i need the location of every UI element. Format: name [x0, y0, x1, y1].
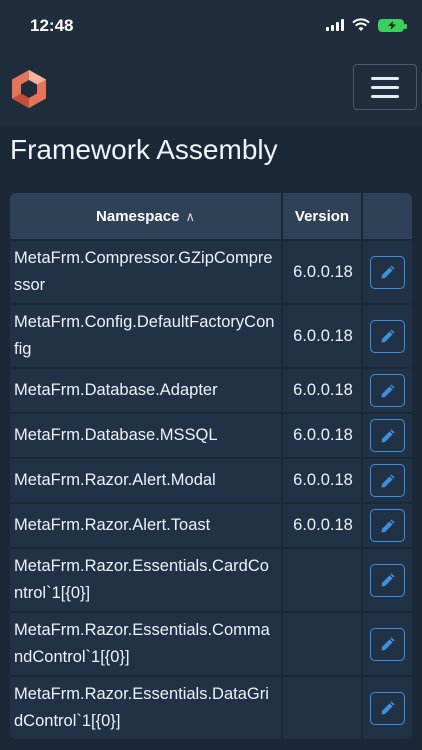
- row-namespace: MetaFrm.Razor.Alert.Toast: [10, 502, 283, 547]
- edit-button[interactable]: [370, 691, 405, 725]
- row-version: 6.0.0.18: [283, 457, 363, 502]
- status-icons: [326, 18, 407, 32]
- row-version: [283, 547, 363, 611]
- menu-toggle-button[interactable]: [353, 64, 417, 110]
- table-row: MetaFrm.Razor.Alert.Modal 6.0.0.18: [10, 457, 412, 502]
- table-row: MetaFrm.Razor.Alert.Toast 6.0.0.18: [10, 502, 412, 547]
- pencil-icon: [381, 429, 394, 442]
- row-namespace: MetaFrm.Razor.Essentials.DataGridControl…: [10, 675, 283, 739]
- edit-button[interactable]: [370, 374, 405, 407]
- assembly-table: Namespace ∧ Version MetaFrm.Compressor.GZ…: [10, 193, 412, 739]
- sort-ascending-icon: ∧: [185, 208, 195, 224]
- table-row: MetaFrm.Razor.Essentials.CommandControl`…: [10, 611, 412, 675]
- status-time: 12:48: [30, 16, 74, 35]
- row-namespace: MetaFrm.Compressor.GZipCompressor: [10, 239, 283, 303]
- edit-button[interactable]: [370, 627, 405, 661]
- row-namespace: MetaFrm.Razor.Essentials.CardControl`1[{…: [10, 547, 283, 611]
- navbar: [0, 50, 422, 126]
- edit-button[interactable]: [370, 464, 405, 497]
- status-bar: 12:48: [0, 0, 422, 50]
- edit-button[interactable]: [370, 509, 405, 542]
- pencil-icon: [381, 701, 394, 715]
- column-header-namespace[interactable]: Namespace ∧: [10, 193, 283, 239]
- app-logo[interactable]: [8, 68, 50, 110]
- column-header-actions: [363, 193, 412, 239]
- row-version: 6.0.0.18: [283, 367, 363, 412]
- table-row: MetaFrm.Compressor.GZipCompressor 6.0.0.…: [10, 239, 412, 303]
- row-version: 6.0.0.18: [283, 502, 363, 547]
- edit-button[interactable]: [370, 255, 405, 289]
- pencil-icon: [381, 519, 394, 532]
- row-version: 6.0.0.18: [283, 412, 363, 457]
- edit-button[interactable]: [370, 563, 405, 597]
- row-version: [283, 675, 363, 739]
- row-namespace: MetaFrm.Razor.Alert.Modal: [10, 457, 283, 502]
- menu-bar-1: [371, 76, 399, 80]
- battery-charging-icon: [378, 18, 407, 32]
- row-namespace: MetaFrm.Razor.Essentials.CommandControl`…: [10, 611, 283, 675]
- wifi-icon: [352, 18, 370, 31]
- row-namespace: MetaFrm.Database.Adapter: [10, 367, 283, 412]
- row-version: 6.0.0.18: [283, 239, 363, 303]
- page-title: Framework Assembly: [10, 134, 278, 165]
- table-row: MetaFrm.Razor.Essentials.CardControl`1[{…: [10, 547, 412, 611]
- pencil-icon: [381, 384, 394, 397]
- table-row: MetaFrm.Database.MSSQL 6.0.0.18: [10, 412, 412, 457]
- table-header-row: Namespace ∧ Version: [10, 193, 412, 239]
- pencil-icon: [381, 474, 394, 487]
- column-header-version[interactable]: Version: [283, 193, 363, 239]
- row-version: [283, 611, 363, 675]
- pencil-icon: [381, 637, 394, 651]
- row-version: 6.0.0.18: [283, 303, 363, 367]
- row-namespace: MetaFrm.Config.DefaultFactoryConfig: [10, 303, 283, 367]
- table-row: MetaFrm.Razor.Essentials.DataGridControl…: [10, 675, 412, 739]
- table-row: MetaFrm.Database.Adapter 6.0.0.18: [10, 367, 412, 412]
- edit-button[interactable]: [370, 319, 405, 353]
- pencil-icon: [381, 329, 394, 343]
- cellular-signal-icon: [326, 19, 344, 31]
- row-namespace: MetaFrm.Database.MSSQL: [10, 412, 283, 457]
- table-row: MetaFrm.Config.DefaultFactoryConfig 6.0.…: [10, 303, 412, 367]
- pencil-icon: [381, 265, 394, 279]
- menu-bar-2: [371, 85, 399, 89]
- pencil-icon: [381, 573, 394, 587]
- edit-button[interactable]: [370, 419, 405, 452]
- menu-bar-3: [371, 94, 399, 98]
